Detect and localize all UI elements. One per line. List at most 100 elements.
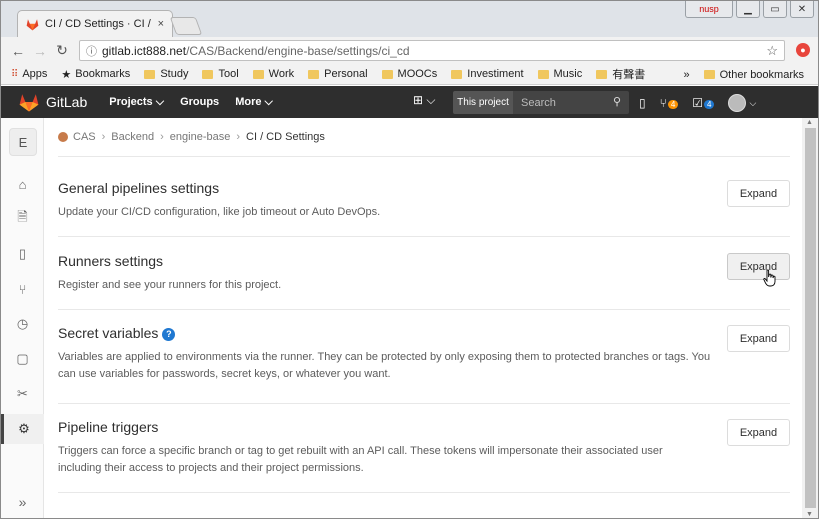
url-path: /CAS/Backend/engine-base/settings/ci_cd <box>186 43 410 58</box>
info-icon[interactable]: ⓘ <box>86 43 97 59</box>
user-menu[interactable]: ⌵ <box>728 94 756 112</box>
scrollbar-thumb[interactable] <box>805 128 816 508</box>
section-pipeline-triggers: Pipeline triggers Triggers can force a s… <box>58 419 790 477</box>
address-bar[interactable]: ⓘ gitlab.ict888.net/CAS/Backend/engine-b… <box>79 40 785 61</box>
minimize-icon[interactable]: ▁ <box>736 1 760 18</box>
gitlab-favicon-icon <box>26 18 39 31</box>
breadcrumb-engine-base[interactable]: engine-base <box>170 131 231 143</box>
star-icon: ★ <box>61 68 72 81</box>
bookmark-apps[interactable]: ⠿ Apps <box>11 68 47 80</box>
folder-icon <box>703 70 715 79</box>
expand-button[interactable]: Expand <box>727 253 790 280</box>
back-icon[interactable]: ← <box>7 43 29 59</box>
breadcrumb-current[interactable]: CI / CD Settings <box>246 131 325 143</box>
reload-icon[interactable]: ↻ <box>51 42 73 59</box>
nav-groups[interactable]: Groups <box>180 96 219 109</box>
breadcrumb-backend[interactable]: Backend <box>111 131 154 143</box>
bookmark-folder-moocs[interactable]: MOOCs <box>381 68 437 80</box>
nav-projects[interactable]: Projects ⌵ <box>109 96 164 109</box>
browser-tab[interactable]: CI / CD Settings · CI / CD × <box>17 10 173 37</box>
expand-button[interactable]: Expand <box>727 180 790 207</box>
todos-icon[interactable]: ☑ 4 <box>692 96 715 110</box>
gitlab-brand-text: GitLab <box>46 94 88 110</box>
mr-count-badge: 4 <box>667 100 679 109</box>
search-input[interactable]: Search ⚲ <box>513 91 629 114</box>
project-avatar[interactable]: E <box>9 128 37 156</box>
section-title: Runners settings <box>58 253 164 269</box>
folder-icon <box>451 69 463 79</box>
window-controls: nusp ▁ ▭ ✕ <box>685 1 814 18</box>
section-description: Update your CI/CD configuration, like jo… <box>58 206 381 218</box>
section-title: General pipelines settings <box>58 180 220 196</box>
tab-strip: CI / CD Settings · CI / CD × nusp ▁ ▭ ✕ <box>1 1 818 37</box>
folder-icon <box>537 69 549 79</box>
section-description: Triggers can force a specific branch or … <box>58 445 663 474</box>
section-title: Secret variables <box>58 325 159 341</box>
folder-icon <box>252 69 264 79</box>
scroll-up-icon[interactable]: ▲ <box>806 119 813 126</box>
todo-count-badge: 4 <box>704 100 715 109</box>
url-host: gitlab.ict888.net <box>102 43 187 58</box>
section-title-row: Secret variables? <box>58 325 790 341</box>
folder-icon <box>596 69 608 79</box>
breadcrumb: CAS › Backend › engine-base › CI / CD Se… <box>58 131 325 143</box>
scroll-down-icon[interactable]: ▼ <box>806 511 813 518</box>
bookmark-folder-study[interactable]: Study <box>144 68 188 80</box>
nav-more[interactable]: More ⌵ <box>235 96 273 109</box>
bookmark-folder-audiobooks[interactable]: 有聲書 <box>596 66 645 82</box>
extension-icon[interactable]: ● <box>796 43 810 57</box>
breadcrumb-separator-icon: › <box>236 131 241 143</box>
wiki-icon[interactable]: ▢ <box>1 344 44 374</box>
tab-close-icon[interactable]: × <box>158 18 164 30</box>
bookmark-folder-music[interactable]: Music <box>537 68 582 80</box>
overflow-chevron-icon[interactable]: » <box>684 69 690 81</box>
breadcrumb-cas[interactable]: CAS <box>73 131 96 143</box>
settings-gear-icon[interactable]: ⚙ <box>1 414 44 444</box>
bookmark-bookmarks[interactable]: ★ Bookmarks <box>61 68 130 81</box>
profile-button[interactable]: nusp <box>685 1 733 18</box>
scrollbar[interactable]: ▲ ▼ <box>802 118 818 518</box>
group-avatar-icon <box>58 132 68 142</box>
browser-toolbar: ← → ↻ ⓘ gitlab.ict888.net/CAS/Backend/en… <box>1 37 818 64</box>
bookmark-star-icon[interactable]: ☆ <box>766 43 778 59</box>
collapse-sidebar-icon[interactable]: » <box>1 494 44 510</box>
maximize-icon[interactable]: ▭ <box>763 1 787 18</box>
breadcrumb-separator-icon: › <box>101 131 106 143</box>
help-icon[interactable]: ? <box>162 328 176 341</box>
bookmark-folder-tool[interactable]: Tool <box>202 68 239 80</box>
divider <box>58 492 790 493</box>
close-window-icon[interactable]: ✕ <box>790 1 814 18</box>
new-dropdown-plus-icon[interactable]: ⊞ ⌵ <box>413 93 436 108</box>
merge-requests-icon[interactable]: ⑂ <box>1 274 44 304</box>
expand-button[interactable]: Expand <box>727 419 790 446</box>
gitlab-header: GitLab Projects ⌵ Groups More ⌵ ⊞ ⌵ This… <box>1 86 818 118</box>
merge-requests-icon[interactable]: ⑂ 4 <box>660 96 679 110</box>
folder-icon <box>381 69 393 79</box>
forward-icon[interactable]: → <box>29 43 51 59</box>
home-icon[interactable]: ⌂ <box>1 169 44 199</box>
section-general-pipelines: General pipelines settings Update your C… <box>58 180 790 221</box>
section-runners: Runners settings Register and see your r… <box>58 253 790 294</box>
project-sidebar: E ⌂ 🗎 ▯ ⑂ ◷ ▢ ✂ ⚙ » <box>1 118 44 518</box>
issues-icon[interactable]: ▯ <box>1 239 44 269</box>
section-description: Variables are applied to environments vi… <box>58 351 711 380</box>
bookmark-folder-investiment[interactable]: Investiment <box>451 68 524 80</box>
pipelines-icon[interactable]: ◷ <box>1 309 44 339</box>
other-bookmarks[interactable]: Other bookmarks <box>720 69 804 81</box>
expand-button[interactable]: Expand <box>727 325 790 352</box>
avatar <box>728 94 747 112</box>
gitlab-logo[interactable]: GitLab <box>19 93 87 112</box>
search-scope[interactable]: This project <box>453 91 513 114</box>
main-nav: Projects ⌵ Groups More ⌵ <box>109 96 289 109</box>
bookmark-folder-personal[interactable]: Personal <box>308 68 368 80</box>
issues-icon[interactable]: ▯ <box>639 96 646 110</box>
browser-window: CI / CD Settings · CI / CD × nusp ▁ ▭ ✕ … <box>0 0 819 519</box>
new-tab-button[interactable] <box>169 17 203 35</box>
repository-icon[interactable]: 🗎 <box>1 204 44 234</box>
tab-title: CI / CD Settings · CI / CD <box>45 18 154 30</box>
folder-icon <box>144 69 156 79</box>
bookmarks-bar: ⠿ Apps ★ Bookmarks Study Tool Work Persona… <box>1 64 818 85</box>
snippets-icon[interactable]: ✂ <box>1 379 44 409</box>
bookmark-folder-work[interactable]: Work <box>252 68 294 80</box>
divider <box>58 309 790 310</box>
